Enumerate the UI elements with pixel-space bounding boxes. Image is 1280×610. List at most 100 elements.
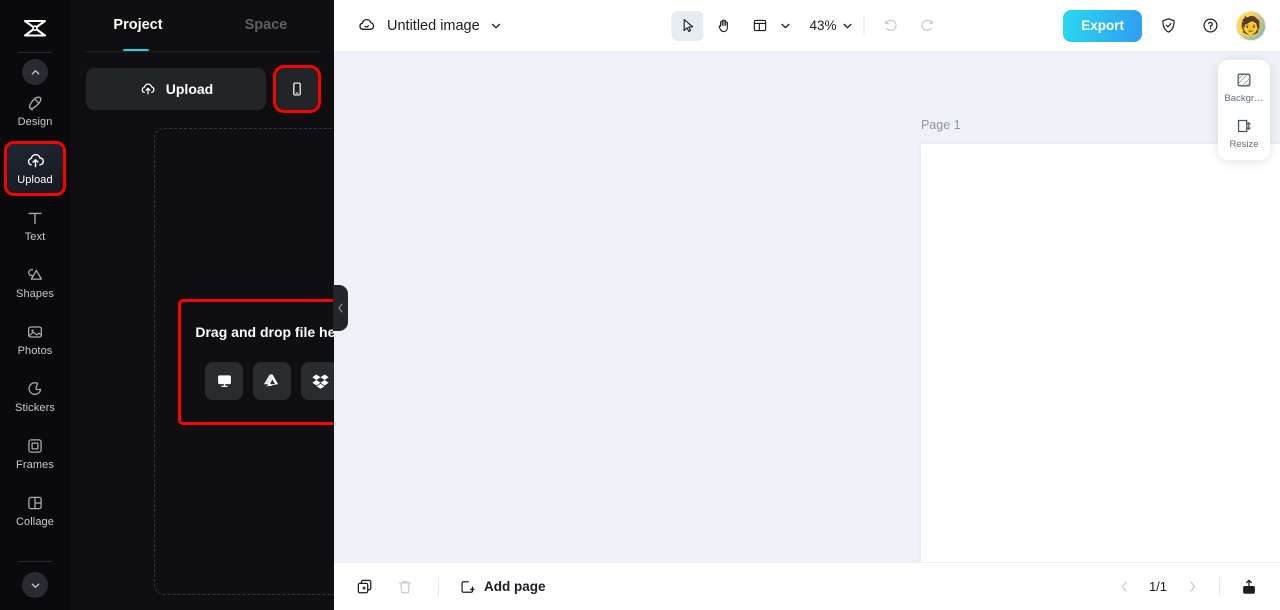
zoom-control[interactable]: 43% <box>810 18 854 33</box>
chevron-left-icon <box>1121 581 1127 592</box>
trash-icon <box>398 580 412 593</box>
sidebar-item-label: Upload <box>17 174 53 186</box>
add-page-icon <box>461 581 475 593</box>
side-panel: Project Space Upload Drag and drop file … <box>70 0 390 610</box>
monitor-icon <box>217 375 231 388</box>
background-tool-button[interactable]: Backgr… <box>1218 70 1270 104</box>
add-page-button[interactable]: Add page <box>459 578 546 595</box>
page-indicator: 1/1 <box>1148 579 1168 594</box>
resize-tool-label: Resize <box>1229 139 1259 150</box>
rail-bottom <box>0 557 70 598</box>
resize-tool-button[interactable]: Resize <box>1218 116 1270 150</box>
delete-button[interactable] <box>392 574 418 600</box>
zoom-chevron-down-icon <box>843 23 852 28</box>
select-tool-button[interactable] <box>671 10 704 41</box>
sidebar-item-label: Frames <box>16 459 54 471</box>
upload-from-computer-button[interactable] <box>205 361 243 400</box>
zoom-level-value: 43% <box>809 18 837 33</box>
bottom-toolbar: Add page 1/1 <box>334 562 1280 610</box>
upload-cloud-icon <box>27 153 44 168</box>
avatar-face-icon: 🧑 <box>1240 16 1262 36</box>
upload-row: Upload <box>70 52 334 113</box>
rail-divider-bottom <box>18 561 52 562</box>
sidebar-item-shapes[interactable]: Shapes <box>7 259 63 307</box>
sidebar-item-label: Stickers <box>15 402 55 414</box>
page-canvas[interactable] <box>921 144 1280 562</box>
sidebar-item-label: Collage <box>15 516 54 528</box>
bottom-divider <box>438 577 439 596</box>
upload-from-google-drive-button[interactable] <box>253 361 291 400</box>
app-root: Design Upload Text Shapes Photos Sticker… <box>0 0 1280 610</box>
export-page-button[interactable] <box>1236 574 1262 600</box>
undo-button[interactable] <box>875 11 907 41</box>
hand-icon <box>718 19 728 33</box>
main-area: Untitled image 43% Export 🧑 Page 1 Backg… <box>334 0 1280 610</box>
sidebar-item-label: Photos <box>17 345 53 357</box>
page-navigation: 1/1 <box>1113 574 1262 600</box>
panel-collapse-handle[interactable] <box>333 285 348 331</box>
help-button[interactable] <box>1194 11 1226 41</box>
add-page-label: Add page <box>484 579 546 594</box>
upload-button[interactable]: Upload <box>86 68 266 110</box>
upload-button-label: Upload <box>165 81 214 97</box>
redo-icon <box>920 19 933 32</box>
layout-chevron-down-icon <box>781 23 790 28</box>
toolbar-right-group: Export 🧑 <box>1063 9 1266 42</box>
sidebar-item-design[interactable]: Design <box>7 87 63 135</box>
redo-button[interactable] <box>911 11 943 41</box>
next-page-button[interactable] <box>1181 576 1203 598</box>
chevron-right-icon <box>1189 581 1195 592</box>
sidebar-item-label: Design <box>17 116 53 128</box>
help-circle-icon <box>1203 18 1217 33</box>
google-drive-icon <box>263 374 278 387</box>
toolbar-center-tools: 43% <box>671 10 943 41</box>
chevron-down-icon <box>491 23 500 28</box>
floating-tools-panel: Backgr… Resize <box>1218 60 1270 160</box>
sidebar-item-text[interactable]: Text <box>7 202 63 250</box>
mobile-phone-icon <box>293 82 301 96</box>
avatar[interactable]: 🧑 <box>1236 10 1266 41</box>
sidebar-item-upload[interactable]: Upload <box>4 141 66 196</box>
duplicate-icon <box>357 579 372 593</box>
document-title-group[interactable]: Untitled image <box>356 15 502 36</box>
tab-project[interactable]: Project <box>74 17 202 35</box>
background-icon <box>1237 73 1251 87</box>
sidebar-item-label: Shapes <box>16 288 54 300</box>
toolbar-divider <box>863 16 865 35</box>
previous-page-button[interactable] <box>1113 576 1135 598</box>
mobile-upload-button[interactable] <box>273 65 321 113</box>
layout-tool-button[interactable] <box>744 11 776 41</box>
rail-item-list: Design Upload Text Shapes Photos Sticker… <box>0 87 70 544</box>
top-toolbar: Untitled image 43% Export 🧑 <box>334 0 1280 52</box>
nav-divider <box>1219 577 1220 596</box>
dropzone-title: Drag and drop file here <box>195 323 349 340</box>
resize-icon <box>1237 119 1251 133</box>
sidebar-item-label: Text <box>24 231 46 243</box>
left-rail: Design Upload Text Shapes Photos Sticker… <box>0 0 70 610</box>
page-label: Page 1 <box>921 118 961 132</box>
rail-divider-top <box>18 52 52 53</box>
document-title: Untitled image <box>387 17 480 34</box>
hand-tool-button[interactable] <box>708 11 740 41</box>
rail-collapse-down-button[interactable] <box>22 572 48 598</box>
cursor-arrow-icon <box>683 18 693 33</box>
sidebar-item-stickers[interactable]: Stickers <box>7 373 63 421</box>
shield-button[interactable] <box>1152 11 1184 41</box>
background-tool-label: Backgr… <box>1224 93 1264 104</box>
canvas-area[interactable]: Page 1 Backgr… Resize <box>334 52 1280 562</box>
dropbox-icon <box>311 374 329 389</box>
tab-space[interactable]: Space <box>202 17 330 35</box>
undo-icon <box>884 19 897 32</box>
duplicate-button[interactable] <box>352 574 378 600</box>
rail-collapse-up-button[interactable] <box>22 59 48 85</box>
export-button[interactable]: Export <box>1063 9 1142 42</box>
sidebar-item-photos[interactable]: Photos <box>7 316 63 364</box>
upload-cloud-icon <box>141 83 155 95</box>
sidebar-item-collage[interactable]: Collage <box>7 487 63 535</box>
tabs-separator <box>84 51 320 52</box>
panel-tabs: Project Space <box>70 0 334 52</box>
layout-grid-icon <box>753 19 766 32</box>
sidebar-item-frames[interactable]: Frames <box>7 430 63 478</box>
dropzone-sources <box>205 361 339 400</box>
capcut-logo[interactable] <box>16 10 54 48</box>
